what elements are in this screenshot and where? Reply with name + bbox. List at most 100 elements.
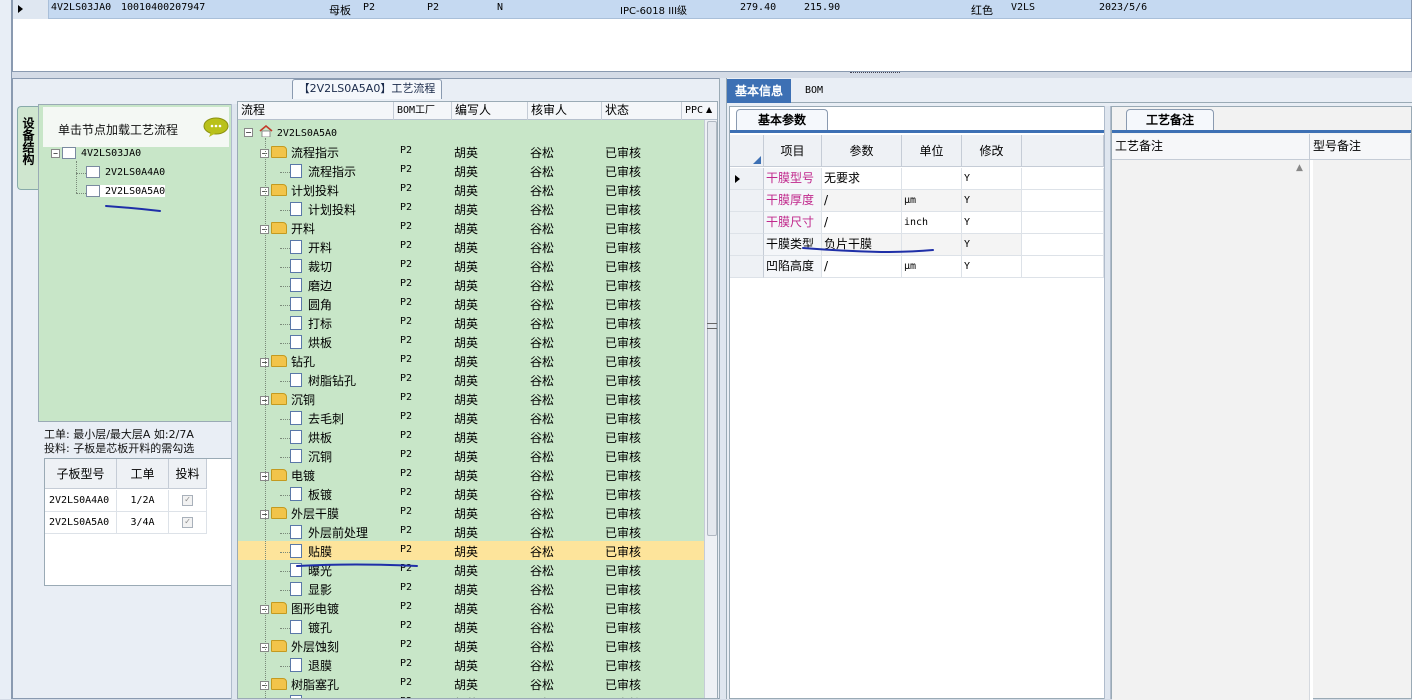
row-indicator (730, 212, 764, 234)
process-step-row[interactable]: 贴膜 P2 胡英 谷松 已审核 (238, 541, 704, 560)
param-row[interactable]: 干膜厚度 / μm Y (730, 190, 1104, 212)
process-notes-column[interactable] (1112, 160, 1310, 700)
process-step-row[interactable]: 退膜 P2 胡英 谷松 已审核 (238, 655, 704, 674)
cell-order[interactable]: 3/4A (117, 512, 169, 534)
scroll-up-icon[interactable]: ▲ (1296, 163, 1303, 173)
process-step-row[interactable]: 圆角 P2 胡英 谷松 已审核 (238, 294, 704, 313)
cell-order[interactable]: 1/2A (117, 490, 169, 512)
col-header[interactable]: BOM工厂 (394, 102, 452, 120)
process-group-row[interactable]: − 流程指示 P2 胡英 谷松 已审核 (238, 142, 704, 161)
process-step-row[interactable]: 裁切 P2 胡英 谷松 已审核 (238, 256, 704, 275)
process-group-row[interactable]: − 钻孔 P2 胡英 谷松 已审核 (238, 351, 704, 370)
param-unit[interactable] (902, 234, 962, 256)
process-group-row[interactable]: − 开料 P2 胡英 谷松 已审核 (238, 218, 704, 237)
process-step-row[interactable]: 磨边 P2 胡英 谷松 已审核 (238, 275, 704, 294)
cell-model[interactable]: 2V2LS0A4A0 (45, 490, 117, 512)
process-step-row[interactable]: 树脂钻孔 P2 胡英 谷松 已审核 (238, 370, 704, 389)
process-group-row[interactable]: − 计划投料 P2 胡英 谷松 已审核 (238, 180, 704, 199)
tree-node-selected[interactable]: 2V2LS0A5A0 (86, 185, 166, 197)
process-step-row[interactable]: 去毛刺 P2 胡英 谷松 已审核 (238, 408, 704, 427)
process-step-row[interactable]: 烘板 P2 胡英 谷松 已审核 (238, 427, 704, 446)
param-modify[interactable]: Y (962, 212, 1022, 234)
process-step-row[interactable]: 外层前处理 P2 胡英 谷松 已审核 (238, 522, 704, 541)
process-group-row[interactable]: − 外层干膜 P2 胡英 谷松 已审核 (238, 503, 704, 522)
process-scrollbar[interactable] (704, 120, 717, 698)
col-header[interactable]: 投料 (169, 459, 207, 489)
process-step-row[interactable]: P2胡英谷松已审核 (238, 693, 704, 698)
step-name: 电镀 (291, 469, 316, 483)
tree-node-child[interactable]: 2V2LS0A4A0 (86, 166, 165, 178)
col-header[interactable]: 项目 (764, 135, 822, 167)
side-tab-structure[interactable]: 设备结构 (17, 106, 39, 190)
scroll-up-icon[interactable]: ▲ (706, 105, 712, 114)
flow-tab[interactable]: 【2V2LS0A5A0】工艺流程 (292, 79, 442, 99)
col-header[interactable]: 参数 (822, 135, 902, 167)
param-value[interactable]: / (822, 212, 902, 234)
tree-node-root[interactable]: − 4V2LS03JA0 (51, 147, 141, 159)
tab-basic-params[interactable]: 基本参数 (736, 109, 828, 131)
collapse-icon[interactable]: − (51, 148, 60, 158)
status-cell: 已审核 (605, 659, 642, 673)
param-modify[interactable]: Y (962, 168, 1022, 190)
process-step-row[interactable]: 板镀 P2 胡英 谷松 已审核 (238, 484, 704, 503)
vertical-splitter[interactable] (719, 78, 727, 699)
bom-cell: P2 (400, 240, 413, 251)
feed-checkbox[interactable]: ✓ (182, 494, 193, 506)
param-modify[interactable]: Y (962, 256, 1022, 278)
process-step-row[interactable]: 打标 P2 胡英 谷松 已审核 (238, 313, 704, 332)
process-step-row[interactable]: 开料 P2 胡英 谷松 已审核 (238, 237, 704, 256)
param-value[interactable]: / (822, 256, 902, 278)
step-name: 计划投料 (291, 184, 340, 198)
param-unit[interactable]: μm (902, 190, 962, 212)
cell-model[interactable]: 2V2LS0A5A0 (45, 512, 117, 534)
col-header[interactable]: 修改 (962, 135, 1022, 167)
collapse-right-handle[interactable] (1104, 106, 1111, 699)
process-group-row[interactable]: − 外层蚀刻 P2 胡英 谷松 已审核 (238, 636, 704, 655)
col-header[interactable]: 流程 (238, 102, 394, 120)
col-header[interactable]: 编写人 (452, 102, 528, 120)
process-step-row[interactable]: 曝光 P2 胡英 谷松 已审核 (238, 560, 704, 579)
col-header[interactable]: 子板型号 (45, 459, 117, 489)
param-row[interactable]: 干膜类型 负片干膜 Y (730, 234, 1104, 256)
process-step-row[interactable]: 显影 P2 胡英 谷松 已审核 (238, 579, 704, 598)
param-value[interactable]: 负片干膜 (822, 234, 902, 256)
col-header[interactable]: 单位 (902, 135, 962, 167)
process-step-row[interactable]: 沉铜 P2 胡英 谷松 已审核 (238, 446, 704, 465)
status-cell: 已审核 (605, 488, 642, 502)
process-step-row[interactable]: 烘板 P2 胡英 谷松 已审核 (238, 332, 704, 351)
param-modify[interactable]: Y (962, 190, 1022, 212)
process-group-row[interactable]: − 树脂塞孔 P2 胡英 谷松 已审核 (238, 674, 704, 693)
param-value[interactable]: 无要求 (822, 168, 902, 190)
tab-bom[interactable]: BOM (797, 79, 831, 103)
chat-bubble-icon[interactable] (203, 117, 229, 137)
param-modify[interactable]: Y (962, 234, 1022, 256)
col-header[interactable]: PPC (682, 102, 717, 120)
document-icon (290, 449, 302, 463)
param-row[interactable]: 干膜型号 无要求 Y (730, 168, 1104, 190)
param-unit[interactable]: μm (902, 256, 962, 278)
table-row[interactable]: 4V2LS03JA0 10010400207947 母板 P2 P2 N IPC… (13, 0, 1411, 19)
process-step-row[interactable]: 镀孔 P2 胡英 谷松 已审核 (238, 617, 704, 636)
col-header[interactable]: 状态 (602, 102, 682, 120)
feed-checkbox[interactable]: ✓ (182, 516, 193, 528)
process-step-row[interactable]: 计划投料 P2 胡英 谷松 已审核 (238, 199, 704, 218)
process-root-row[interactable]: − 2V2LS0A5A0 (238, 123, 704, 142)
process-step-row[interactable]: 流程指示 P2 胡英 谷松 已审核 (238, 161, 704, 180)
param-unit[interactable]: inch (902, 212, 962, 234)
col-header[interactable]: 工单 (117, 459, 169, 489)
col-header[interactable]: 核审人 (528, 102, 602, 120)
param-value[interactable]: / (822, 190, 902, 212)
param-row[interactable]: 凹陷高度 / μm Y (730, 256, 1104, 278)
reviewer-cell: 谷松 (530, 355, 555, 369)
collapse-icon[interactable]: − (244, 128, 253, 137)
tab-basic-info[interactable]: 基本信息 (727, 79, 792, 103)
document-icon (290, 240, 302, 254)
col-header[interactable]: 工艺备注 (1112, 134, 1310, 160)
col-header[interactable]: 型号备注 (1310, 134, 1411, 160)
process-group-row[interactable]: − 电镀 P2 胡英 谷松 已审核 (238, 465, 704, 484)
process-group-row[interactable]: − 沉铜 P2 胡英 谷松 已审核 (238, 389, 704, 408)
param-row[interactable]: 干膜尺寸 / inch Y (730, 212, 1104, 234)
param-unit[interactable] (902, 168, 962, 190)
tab-process-notes[interactable]: 工艺备注 (1126, 109, 1214, 131)
process-group-row[interactable]: − 图形电镀 P2 胡英 谷松 已审核 (238, 598, 704, 617)
